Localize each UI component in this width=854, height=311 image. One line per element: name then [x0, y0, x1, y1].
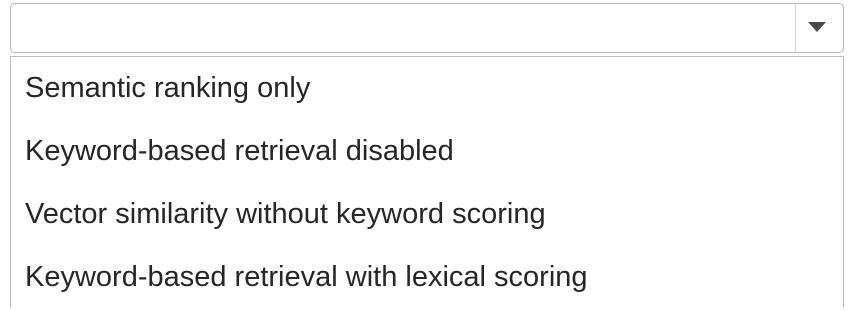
dropdown[interactable]: Semantic ranking only Keyword-based retr… [10, 3, 846, 308]
dropdown-select-box[interactable] [10, 3, 844, 53]
dropdown-option-vector-similarity[interactable]: Vector similarity without keyword scorin… [11, 183, 843, 246]
dropdown-options-list: Semantic ranking only Keyword-based retr… [10, 56, 844, 308]
dropdown-option-keyword-disabled[interactable]: Keyword-based retrieval disabled [11, 120, 843, 183]
dropdown-toggle-button[interactable] [795, 4, 843, 52]
dropdown-option-keyword-lexical[interactable]: Keyword-based retrieval with lexical sco… [11, 246, 843, 309]
chevron-down-icon [808, 22, 826, 32]
dropdown-option-semantic-ranking[interactable]: Semantic ranking only [11, 57, 843, 120]
